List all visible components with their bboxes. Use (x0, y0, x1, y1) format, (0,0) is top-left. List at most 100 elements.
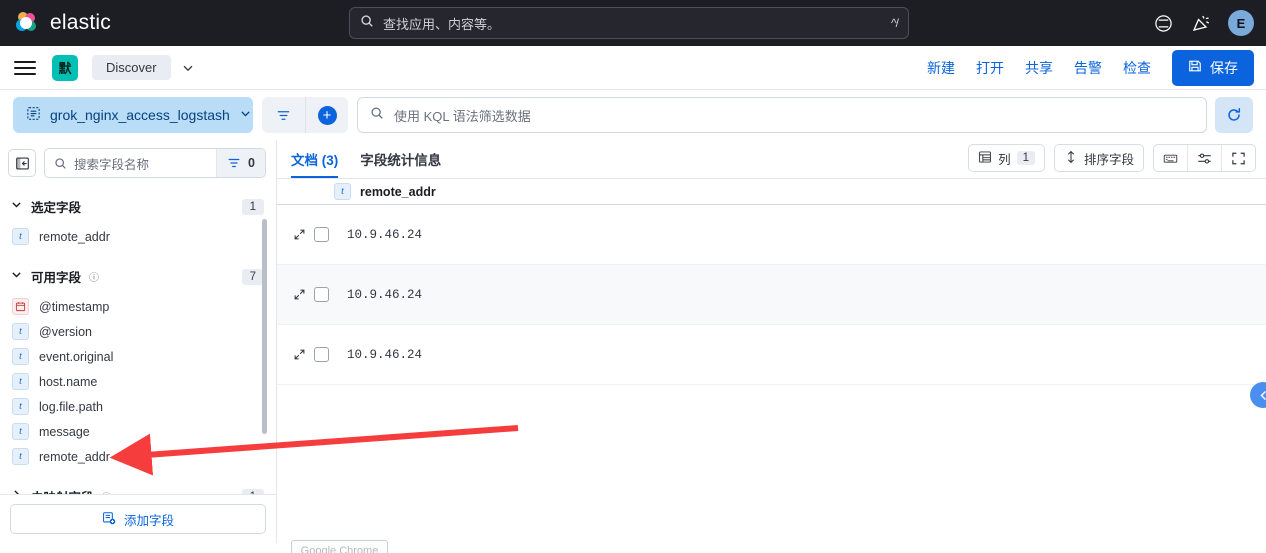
sidebar-field-version[interactable]: t @version (0, 319, 276, 344)
index-pattern-icon (26, 106, 41, 124)
expand-row-icon[interactable] (287, 288, 311, 301)
tab-documents[interactable]: 文档 (3) (291, 149, 339, 178)
expand-row-icon[interactable] (287, 348, 311, 361)
display-tool-group (1153, 144, 1256, 172)
save-button-label: 保存 (1210, 59, 1238, 76)
columns-label: 列 (998, 152, 1011, 167)
table-row[interactable]: 10.9.46.24 (277, 325, 1266, 385)
kql-placeholder: 使用 KQL 语法筛选数据 (394, 108, 531, 124)
chevron-down-icon[interactable] (181, 61, 195, 75)
kql-query-input[interactable]: 使用 KQL 语法筛选数据 (357, 97, 1207, 133)
sidebar-field-log-file-path[interactable]: t log.file.path (0, 394, 276, 419)
tab-field-statistics[interactable]: 字段统计信息 (360, 149, 441, 178)
app-navbar: 默 Discover 新建 打开 共享 告警 检查 保存 (0, 46, 1266, 90)
save-button[interactable]: 保存 (1172, 49, 1254, 86)
field-name: host.name (39, 374, 98, 389)
data-view-selector[interactable]: grok_nginx_access_logstash (13, 97, 253, 133)
taskbar-item-chrome[interactable]: Google Chrome (291, 540, 388, 553)
row-checkbox[interactable] (314, 347, 329, 362)
cell-remote-addr: 10.9.46.24 (347, 347, 423, 362)
cell-remote-addr: 10.9.46.24 (347, 227, 423, 242)
add-filter-button[interactable]: + (305, 97, 348, 133)
announcement-icon[interactable] (1190, 12, 1212, 34)
field-type-string-icon: t (12, 423, 29, 440)
row-checkbox[interactable] (314, 227, 329, 242)
query-bar: grok_nginx_access_logstash + 使用 KQL 语法筛选… (0, 90, 1266, 140)
field-type-date-icon (12, 298, 29, 315)
field-type-string-icon: t (12, 348, 29, 365)
hamburger-icon[interactable] (14, 57, 36, 79)
nav-link-open[interactable]: 打开 (976, 58, 1004, 78)
section-title: 可用字段 (31, 271, 82, 285)
table-row[interactable]: 10.9.46.24 (277, 205, 1266, 265)
field-type-string-icon: t (12, 448, 29, 465)
expand-row-icon[interactable] (287, 228, 311, 241)
nav-link-inspect[interactable]: 检查 (1123, 58, 1151, 78)
chevron-down-icon (10, 268, 23, 286)
cell-remote-addr: 10.9.46.24 (347, 287, 423, 302)
add-field-icon (102, 511, 116, 528)
filter-funnel-icon[interactable] (262, 97, 305, 133)
help-circle-icon[interactable] (1152, 12, 1174, 34)
fullscreen-icon[interactable] (1221, 145, 1255, 171)
documents-header: 文档 (3) 字段统计信息 列 1 排序字段 (277, 140, 1266, 178)
panel-collapse-handle[interactable] (1250, 382, 1266, 408)
global-search-shortcut: ^/ (891, 16, 899, 30)
field-filter-count: 0 (248, 156, 255, 170)
sort-fields-button[interactable]: 排序字段 (1055, 145, 1143, 171)
section-title: 选定字段 (31, 201, 82, 215)
column-header-label[interactable]: remote_addr (360, 185, 436, 199)
elastic-brand[interactable]: elastic (0, 10, 340, 36)
help-icon[interactable]: ⓘ (102, 489, 112, 494)
field-type-string-icon: t (334, 183, 351, 200)
documents-tabs: 文档 (3) 字段统计信息 (287, 149, 441, 178)
sidebar-section-available[interactable]: 可用字段 ⓘ 7 (0, 249, 276, 294)
panel-collapse-icon[interactable] (8, 149, 36, 177)
global-search-placeholder: 查找应用、内容等。 (383, 16, 501, 32)
sort-fields-label: 排序字段 (1083, 152, 1134, 167)
sidebar-field-message[interactable]: t message (0, 419, 276, 444)
user-avatar[interactable]: E (1228, 10, 1254, 36)
keyboard-icon[interactable] (1154, 145, 1187, 171)
columns-button[interactable]: 列 1 (969, 145, 1044, 171)
field-name: remote_addr (39, 229, 110, 244)
sidebar-field-host-name[interactable]: t host.name (0, 369, 276, 394)
breadcrumb[interactable]: Discover (92, 55, 171, 80)
save-disk-icon (1188, 59, 1202, 76)
section-title: 未映射字段 (31, 487, 94, 494)
search-icon (360, 14, 374, 33)
space-badge[interactable]: 默 (52, 54, 78, 81)
sidebar-toolbar: 搜索字段名称 0 (0, 140, 276, 185)
field-search-input[interactable]: 搜索字段名称 0 (44, 148, 266, 178)
search-icon (45, 157, 67, 170)
help-icon[interactable]: ⓘ (89, 269, 99, 284)
nav-link-new[interactable]: 新建 (927, 58, 955, 78)
row-checkbox[interactable] (314, 287, 329, 302)
field-name: message (39, 424, 90, 439)
sidebar-section-selected[interactable]: 选定字段 1 (0, 189, 276, 224)
sidebar-field-remote-addr-selected[interactable]: t remote_addr (0, 224, 276, 249)
elastic-logo-icon (14, 10, 40, 36)
data-view-name: grok_nginx_access_logstash (50, 107, 230, 123)
sidebar-field-timestamp[interactable]: @timestamp (0, 294, 276, 319)
table-row[interactable]: 10.9.46.24 (277, 265, 1266, 325)
sidebar-field-event-original[interactable]: t event.original (0, 344, 276, 369)
sidebar-scrollbar[interactable] (262, 219, 267, 434)
add-field-button[interactable]: 添加字段 (10, 504, 266, 534)
plus-circle-icon: + (317, 105, 337, 125)
refresh-button[interactable] (1215, 97, 1253, 133)
grid-column-header: t remote_addr (277, 178, 1266, 205)
field-type-string-icon: t (12, 373, 29, 390)
nav-link-share[interactable]: 共享 (1025, 58, 1053, 78)
add-field-label: 添加字段 (123, 513, 174, 528)
sliders-icon[interactable] (1187, 145, 1221, 171)
discover-content: 搜索字段名称 0 选定字段 1 t remote_addr 可用字段 ⓘ 7 @… (0, 140, 1266, 543)
nav-link-alerts[interactable]: 告警 (1074, 58, 1102, 78)
field-filter-button[interactable]: 0 (216, 149, 265, 177)
global-search-input[interactable]: 查找应用、内容等。 ^/ (349, 7, 909, 39)
sidebar-field-remote-addr-available[interactable]: t remote_addr (0, 444, 276, 469)
field-type-string-icon: t (12, 398, 29, 415)
field-type-string-icon: t (12, 228, 29, 245)
section-count: 7 (241, 268, 264, 285)
sidebar-section-unmapped[interactable]: 未映射字段 ⓘ 1 (0, 469, 276, 494)
